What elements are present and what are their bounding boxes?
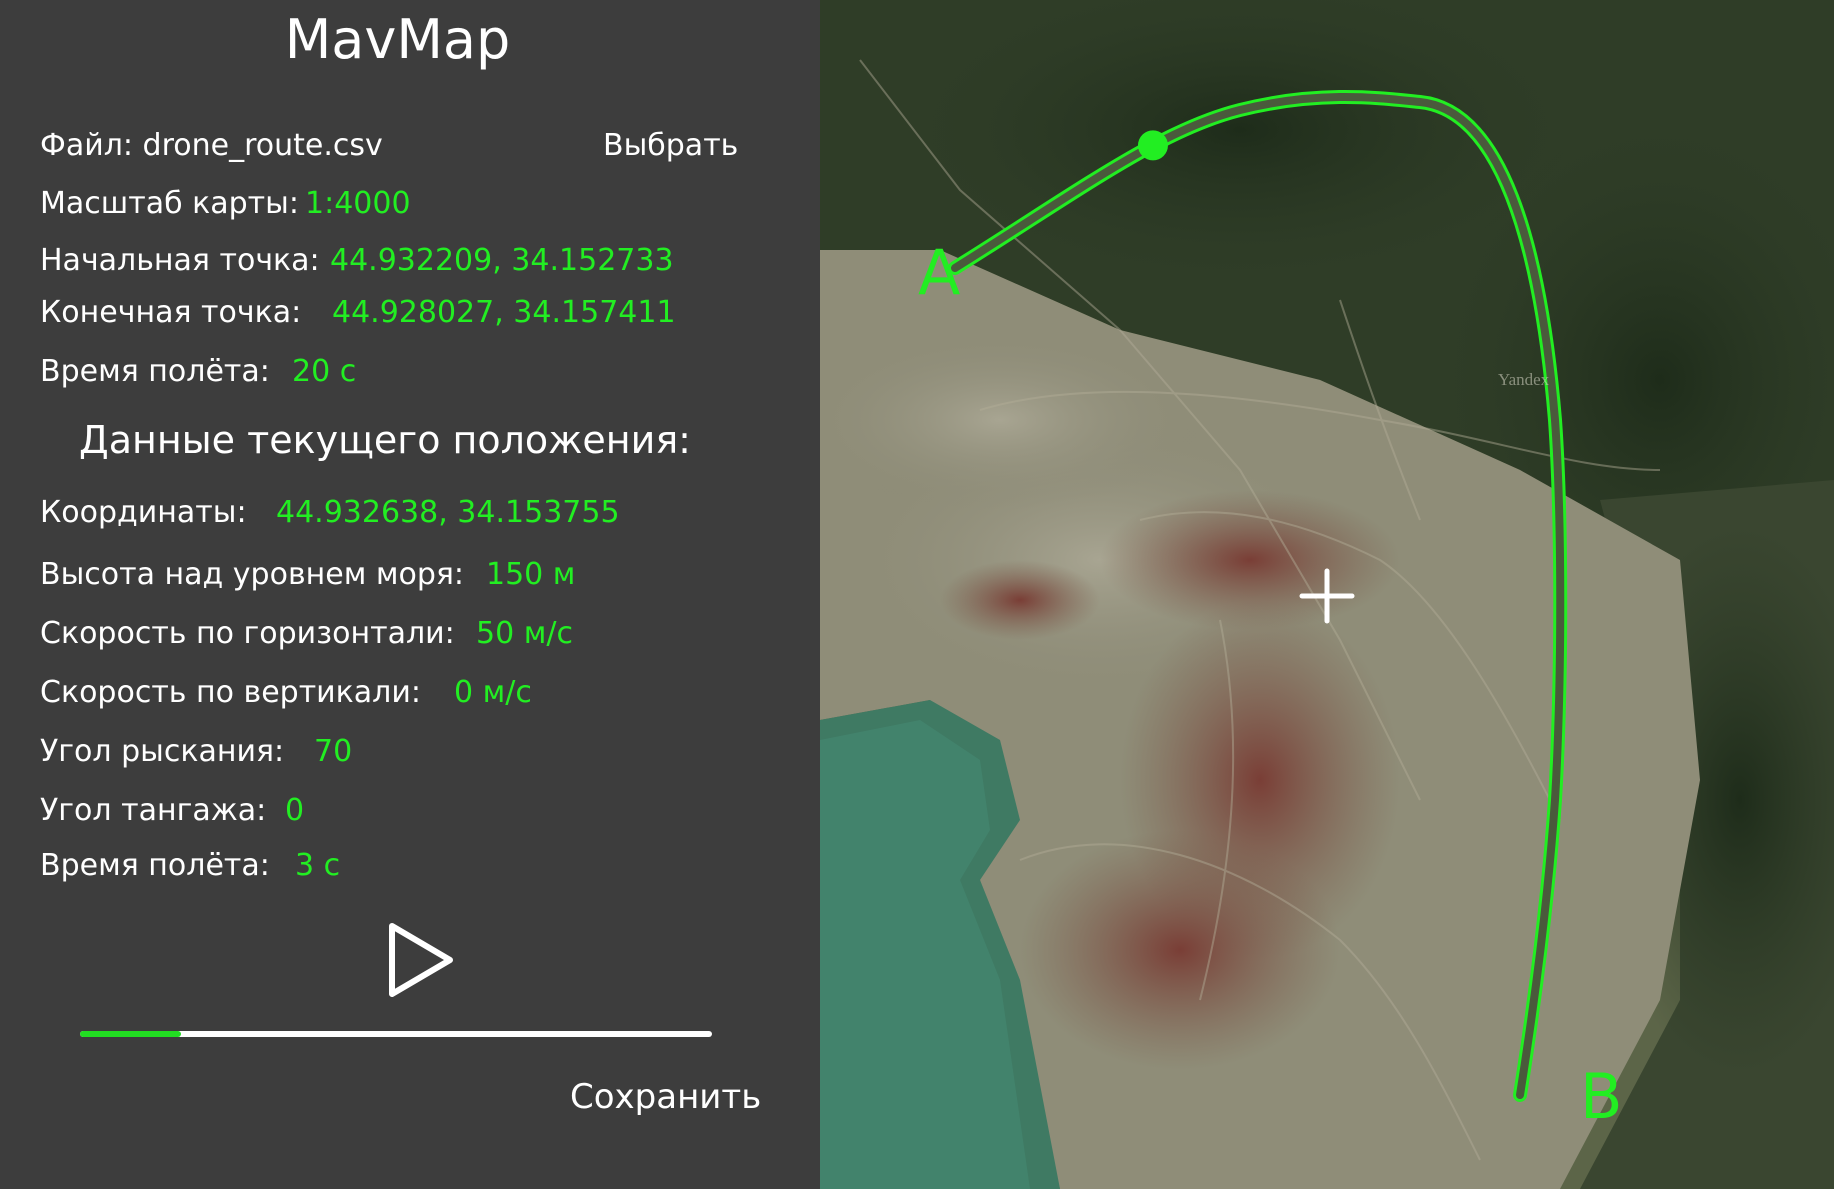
altitude-value: 150 м <box>486 557 576 592</box>
altitude-row: Высота над уровнем моря: 150 м <box>40 557 575 592</box>
scale-value: 1:4000 <box>305 186 411 221</box>
hspeed-value: 50 м/с <box>476 616 573 651</box>
yaw-row: Угол рыскания: 70 <box>40 734 352 769</box>
app-title: MavMap <box>284 8 511 71</box>
scale-label: Масштаб карты: <box>40 186 299 221</box>
satellite-map[interactable]: A B Yandex <box>820 0 1834 1189</box>
current-time-value: 3 с <box>295 848 341 883</box>
file-name: Файл: drone_route.csv <box>40 128 383 163</box>
yaw-label: Угол рыскания: <box>40 734 285 769</box>
start-point-label: Начальная точка: <box>40 243 320 278</box>
map-canvas <box>820 0 1834 1189</box>
altitude-label: Высота над уровнем моря: <box>40 557 465 592</box>
scale-row: Масштаб карты: 1:4000 <box>40 186 411 221</box>
app-window: MavMap Файл: drone_route.csv Выбрать Мас… <box>0 0 1834 1189</box>
vspeed-label: Скорость по вертикали: <box>40 675 421 710</box>
total-time-row: Время полёта: 20 с <box>40 354 356 389</box>
drone-position-marker <box>1137 130 1168 161</box>
yaw-value: 70 <box>314 734 353 769</box>
coords-value: 44.932638, 34.153755 <box>276 495 620 530</box>
map-watermark: Yandex <box>1498 370 1550 389</box>
pitch-value: 0 <box>285 793 305 828</box>
vspeed-row: Скорость по вертикали: 0 м/с <box>40 675 532 710</box>
start-point-row: Начальная точка: 44.932209, 34.152733 <box>40 243 674 278</box>
route-end-label: B <box>1580 1060 1623 1133</box>
total-time-label: Время полёта: <box>40 354 270 389</box>
current-time-label: Время полёта: <box>40 848 270 883</box>
play-icon <box>389 923 453 997</box>
file-row: Файл: drone_route.csv <box>40 128 383 163</box>
end-point-value: 44.928027, 34.157411 <box>332 295 676 330</box>
end-point-label: Конечная точка: <box>40 295 302 330</box>
end-point-row: Конечная точка: 44.928027, 34.157411 <box>40 295 676 330</box>
play-button[interactable] <box>380 920 460 1000</box>
current-position-heading: Данные текущего положения: <box>79 418 691 462</box>
save-button[interactable]: Сохранить <box>570 1077 761 1117</box>
pitch-row: Угол тангажа: 0 <box>40 793 304 828</box>
playback-progress-bar[interactable] <box>80 1031 712 1037</box>
pitch-label: Угол тангажа: <box>40 793 267 828</box>
coords-label: Координаты: <box>40 495 247 530</box>
playback-progress-fill <box>80 1031 182 1037</box>
coords-row: Координаты: 44.932638, 34.153755 <box>40 495 620 530</box>
hspeed-label: Скорость по горизонтали: <box>40 616 455 651</box>
hspeed-row: Скорость по горизонтали: 50 м/с <box>40 616 573 651</box>
choose-file-button[interactable]: Выбрать <box>603 128 738 163</box>
total-time-value: 20 с <box>292 354 357 389</box>
vspeed-value: 0 м/с <box>454 675 532 710</box>
current-time-row: Время полёта: 3 с <box>40 848 340 883</box>
route-start-label: A <box>918 236 961 309</box>
start-point-value: 44.932209, 34.152733 <box>330 243 674 278</box>
control-panel: MavMap Файл: drone_route.csv Выбрать Мас… <box>0 0 820 1189</box>
